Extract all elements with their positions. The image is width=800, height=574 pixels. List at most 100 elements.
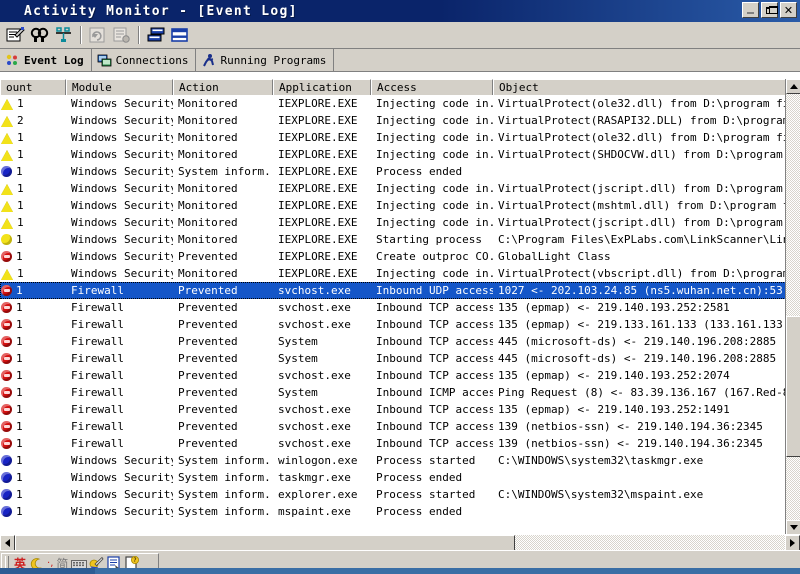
scroll-right-arrow[interactable] (785, 535, 800, 551)
cell-module: Windows Security (71, 216, 173, 229)
table-row[interactable]: 1 Windows Security Monitored IEXPLORE.EXE In… (0, 265, 786, 282)
cell-access: Injecting code in... (376, 131, 493, 144)
table-row[interactable]: 1 Windows Security Monitored IEXPLORE.EXE In… (0, 95, 786, 112)
cell-object: VirtualProtect(jscript.dll) from D:\prog… (498, 182, 786, 195)
table-row[interactable]: 1 Firewall Prevented svchost.exe Inbound TCP… (0, 435, 786, 452)
horizontal-scroll-track[interactable] (15, 535, 785, 551)
vertical-scroll-thumb[interactable] (786, 316, 800, 457)
event-count: 1 (16, 318, 23, 331)
blocked-icon (1, 319, 12, 330)
tab-event-log[interactable]: Event Log (0, 49, 92, 71)
scroll-down-arrow[interactable] (786, 520, 800, 535)
horizontal-scrollbar[interactable] (0, 534, 800, 551)
cell-count: 1 (0, 165, 66, 178)
blocked-icon (1, 404, 12, 415)
cell-action: Prevented (178, 301, 238, 314)
table-row[interactable]: 1 Windows Security Monitored IEXPLORE.EXE In… (0, 146, 786, 163)
tab-label: Event Log (24, 53, 84, 67)
cell-action: Monitored (178, 148, 238, 161)
tab-running-programs[interactable]: Running Programs (196, 49, 335, 71)
table-row[interactable]: 1 Firewall Prevented svchost.exe Inbound UDP… (0, 282, 786, 299)
cell-count: 2 (0, 114, 66, 127)
horizontal-scroll-thumb[interactable] (15, 535, 515, 551)
cell-access: Injecting code in... (376, 182, 493, 195)
cell-app: winlogon.exe (278, 454, 358, 467)
export-report-icon[interactable] (110, 24, 133, 46)
cell-module: Windows Security (71, 97, 173, 110)
table-row[interactable]: 1 Firewall Prevented svchost.exe Inbound TCP… (0, 299, 786, 316)
cell-object: VirtualProtect(jscript.dll) from D:\prog… (498, 216, 786, 229)
cell-count: 1 (0, 318, 66, 331)
table-row[interactable]: 1 Firewall Prevented svchost.exe Inbound TCP… (0, 367, 786, 384)
cell-object: 139 (netbios-ssn) <- 219.140.194.36:2345 (498, 420, 763, 433)
table-row[interactable]: 1 Windows Security System inform... explore… (0, 486, 786, 503)
event-count: 1 (17, 148, 24, 161)
properties-icon[interactable] (4, 24, 27, 46)
table-row[interactable]: 1 Firewall Prevented svchost.exe Inbound TCP… (0, 418, 786, 435)
tab-connections[interactable]: Connections (92, 49, 197, 71)
table-row[interactable]: 1 Windows Security System inform... winlogo… (0, 452, 786, 469)
cell-action: System inform... (178, 505, 273, 518)
column-header-label: Object (499, 81, 539, 94)
cell-access: Inbound UDP access (376, 284, 493, 297)
table-row[interactable]: 1 Windows Security System inform... mspaint… (0, 503, 786, 520)
table-row[interactable]: 1 Firewall Prevented System Inbound ICMP acc… (0, 384, 786, 401)
blocked-icon (1, 370, 12, 381)
column-header-access[interactable]: Access (371, 79, 493, 95)
cell-module: Firewall (71, 301, 124, 314)
restore-button[interactable] (761, 2, 778, 18)
table-row[interactable]: 1 Windows Security System inform... IEXPLOR… (0, 163, 786, 180)
table-row[interactable]: 1 Firewall Prevented System Inbound TCP acce… (0, 350, 786, 367)
scroll-left-arrow[interactable] (0, 535, 15, 551)
table-row[interactable]: 2 Windows Security Monitored IEXPLORE.EXE In… (0, 112, 786, 129)
list-view-icon[interactable] (168, 24, 191, 46)
column-header-count[interactable]: ount (0, 79, 66, 95)
column-header-object[interactable]: Object (493, 79, 800, 95)
table-row[interactable]: 1 Windows Security Prevented IEXPLORE.EXE Cr… (0, 248, 786, 265)
cell-app: svchost.exe (278, 318, 351, 331)
cell-object: VirtualProtect(vbscript.dll) from D:\pro… (498, 267, 786, 280)
cell-access: Process ended (376, 165, 463, 178)
close-button[interactable]: ✕ (780, 2, 797, 18)
vertical-scrollbar[interactable] (785, 79, 800, 535)
table-row[interactable]: 1 Windows Security Monitored IEXPLORE.EXE In… (0, 197, 786, 214)
event-count: 1 (17, 131, 24, 144)
group-view-icon[interactable] (144, 24, 167, 46)
vertical-scroll-track[interactable] (786, 94, 800, 520)
cell-access: Injecting code in... (376, 199, 493, 212)
column-header-module[interactable]: Module (66, 79, 173, 95)
minimize-button[interactable] (742, 2, 759, 18)
table-row[interactable]: 1 Windows Security Monitored IEXPLORE.EXE In… (0, 129, 786, 146)
table-row[interactable]: 1 Firewall Prevented svchost.exe Inbound TCP… (0, 401, 786, 418)
table-row[interactable]: 1 Windows Security Monitored IEXPLORE.EXE In… (0, 180, 786, 197)
table-row[interactable]: 1 Windows Security Monitored IEXPLORE.EXE St… (0, 231, 786, 248)
event-count: 1 (17, 267, 24, 280)
cell-object: C:\WINDOWS\system32\mspaint.exe (498, 488, 704, 501)
cell-app: IEXPLORE.EXE (278, 233, 358, 246)
column-header-action[interactable]: Action (173, 79, 273, 95)
column-header-label: ount (6, 81, 33, 94)
refresh-icon[interactable] (86, 24, 109, 46)
table-row[interactable]: 1 Windows Security System inform... taskmgr… (0, 469, 786, 486)
tab-strip: Event Log Connections Running Programs (0, 49, 800, 72)
cell-access: Process ended (376, 505, 463, 518)
cell-count: 1 (0, 471, 66, 484)
table-row[interactable]: 1 Firewall Prevented svchost.exe Inbound TCP… (0, 316, 786, 333)
activity-monitor-window: Activity Monitor - [Event Log] ✕ Event L… (0, 0, 800, 574)
cell-access: Create outproc CO... (376, 250, 493, 263)
cell-count: 1 (0, 267, 66, 280)
cell-module: Windows Security (71, 148, 173, 161)
filter-icon[interactable] (52, 24, 75, 46)
cell-app: IEXPLORE.EXE (278, 148, 358, 161)
event-count: 1 (16, 403, 23, 416)
find-icon[interactable] (28, 24, 51, 46)
cell-module: Windows Security (71, 267, 173, 280)
cell-module: Firewall (71, 369, 124, 382)
table-row[interactable]: 1 Windows Security Monitored IEXPLORE.EXE In… (0, 214, 786, 231)
cell-object: C:\Program Files\ExPLabs.com\LinkScanner… (498, 233, 786, 246)
scroll-up-arrow[interactable] (786, 79, 800, 94)
table-row[interactable]: 1 Firewall Prevented System Inbound TCP acce… (0, 333, 786, 350)
cell-action: Prevented (178, 250, 238, 263)
event-count: 1 (16, 420, 23, 433)
column-header-app[interactable]: Application (273, 79, 371, 95)
